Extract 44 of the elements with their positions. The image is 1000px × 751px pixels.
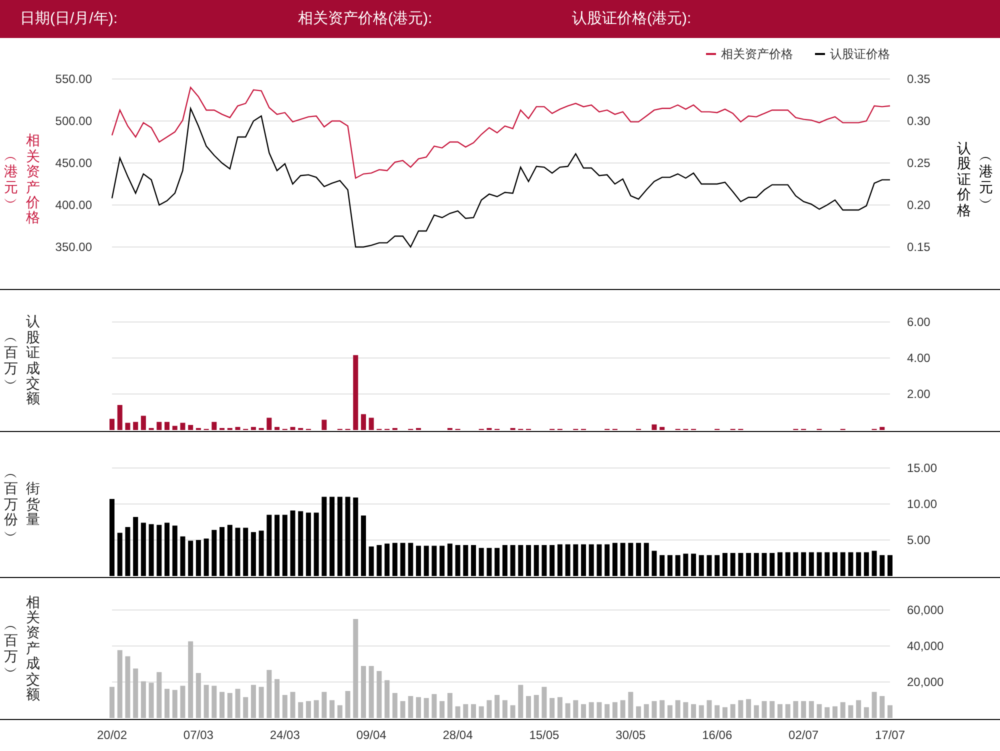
axis-tick-label: 0.15 [907, 240, 930, 254]
axis-tick-label: 550.00 [55, 72, 92, 86]
axis-title: 认股证成交额 [26, 314, 40, 407]
axis-tick-label: 500.00 [55, 114, 92, 128]
axis-unit: ︵港元︶ [4, 148, 18, 210]
axis-unit: ︵百万份︶ [4, 466, 18, 543]
axis-tick-label: 16/06 [702, 728, 732, 742]
axis-tick-label: 4.00 [907, 351, 930, 365]
axis-tick-label: 60,000 [907, 603, 944, 617]
axis-tick-label: 28/04 [442, 728, 473, 742]
axis-tick-label: 15.00 [907, 461, 938, 475]
axis-tick-label: 450.00 [55, 156, 92, 170]
axis-tick-label: 09/04 [356, 728, 386, 742]
axis-tick-label: 40,000 [907, 639, 944, 653]
legend-label: 相关资产价格 [721, 46, 793, 63]
header-label: 认股证价格(港元): [572, 10, 692, 27]
axis-tick-label: 5.00 [907, 533, 930, 547]
axis-tick-label: 0.20 [907, 198, 930, 212]
axis-title: 认股证价格 [957, 141, 971, 218]
axis-tick-label: 400.00 [55, 198, 92, 212]
axis-tick-label: 30/05 [616, 728, 646, 742]
axis-unit: ︵港元︶ [979, 148, 993, 210]
axis-tick-label: 20/02 [96, 728, 128, 742]
axis-tick-label: 17/07 [874, 728, 906, 742]
axis-tick-label: 0.30 [907, 114, 930, 128]
axis-unit: ︵百万︶ [4, 618, 18, 680]
axis-tick-label: 2.00 [907, 387, 930, 401]
axis-tick-label: 07/03 [183, 728, 214, 742]
axis-tick-label: 6.00 [907, 315, 930, 329]
axis-title: 相关资产成交额 [26, 594, 40, 702]
axis-tick-label: 15/05 [529, 728, 560, 742]
axis-tick-label: 0.35 [907, 72, 930, 86]
axis-tick-label: 02/07 [788, 728, 819, 742]
axis-tick-label: 10.00 [907, 497, 938, 511]
axis-tick-label: 0.25 [907, 156, 930, 170]
axis-tick-label: 24/03 [270, 728, 300, 742]
axis-tick-label: 350.00 [55, 240, 92, 254]
header-label: 相关资产价格(港元): [298, 10, 432, 27]
axis-unit: ︵百万︶ [4, 330, 18, 392]
legend-label: 认股证价格 [830, 46, 890, 63]
axis-title: 街货量 [26, 481, 40, 528]
header-label: 日期(日/月/年): [20, 10, 118, 27]
axis-tick-label: 20,000 [907, 675, 944, 689]
axis-title: 相关资产价格 [26, 133, 40, 226]
